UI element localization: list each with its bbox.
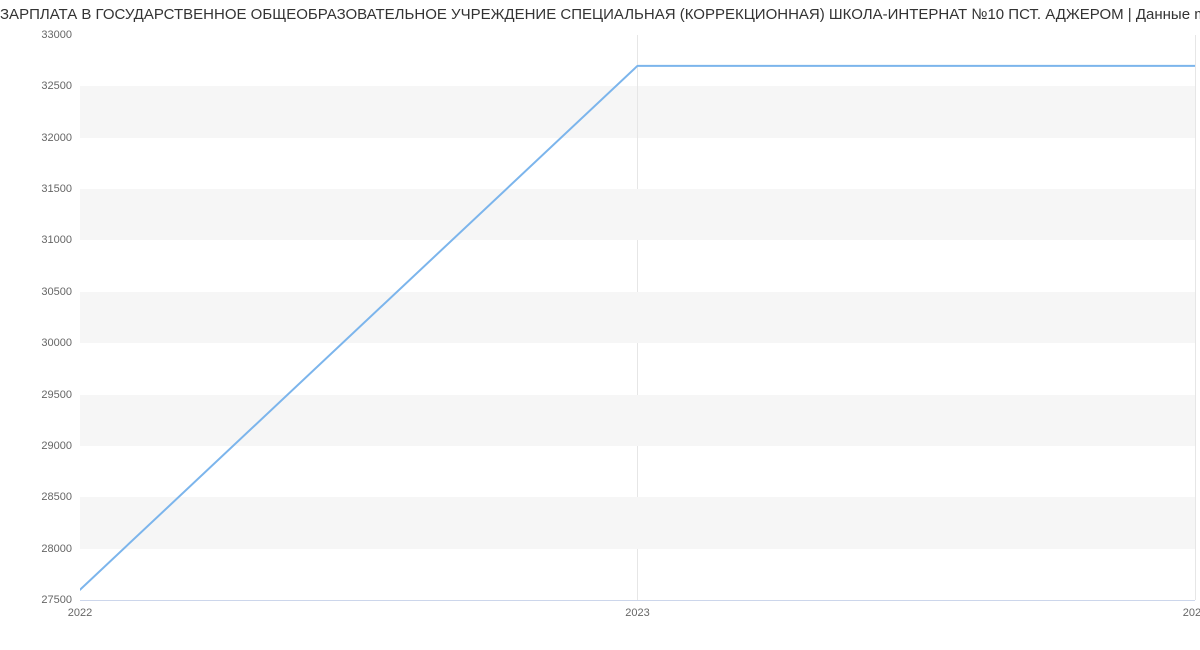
y-tick-label: 31000 <box>0 234 72 246</box>
y-tick-label: 31500 <box>0 183 72 195</box>
y-tick-label: 28000 <box>0 543 72 555</box>
y-tick-label: 30500 <box>0 286 72 298</box>
chart-container: ЗАРПЛАТА В ГОСУДАРСТВЕННОЕ ОБЩЕОБРАЗОВАТ… <box>0 0 1200 650</box>
y-tick-label: 29000 <box>0 440 72 452</box>
chart-title: ЗАРПЛАТА В ГОСУДАРСТВЕННОЕ ОБЩЕОБРАЗОВАТ… <box>0 6 1200 23</box>
y-tick-label: 32000 <box>0 132 72 144</box>
x-axis-line <box>80 600 1195 601</box>
plot-area <box>80 35 1195 600</box>
x-tick-label: 2024 <box>1183 607 1200 619</box>
y-tick-label: 27500 <box>0 594 72 606</box>
y-tick-label: 33000 <box>0 29 72 41</box>
y-tick-label: 30000 <box>0 337 72 349</box>
line-series <box>80 35 1195 600</box>
x-tick-label: 2023 <box>625 607 649 619</box>
y-tick-label: 29500 <box>0 389 72 401</box>
y-tick-label: 32500 <box>0 80 72 92</box>
x-tick-label: 2022 <box>68 607 92 619</box>
y-tick-label: 28500 <box>0 491 72 503</box>
series-line <box>80 66 1195 590</box>
